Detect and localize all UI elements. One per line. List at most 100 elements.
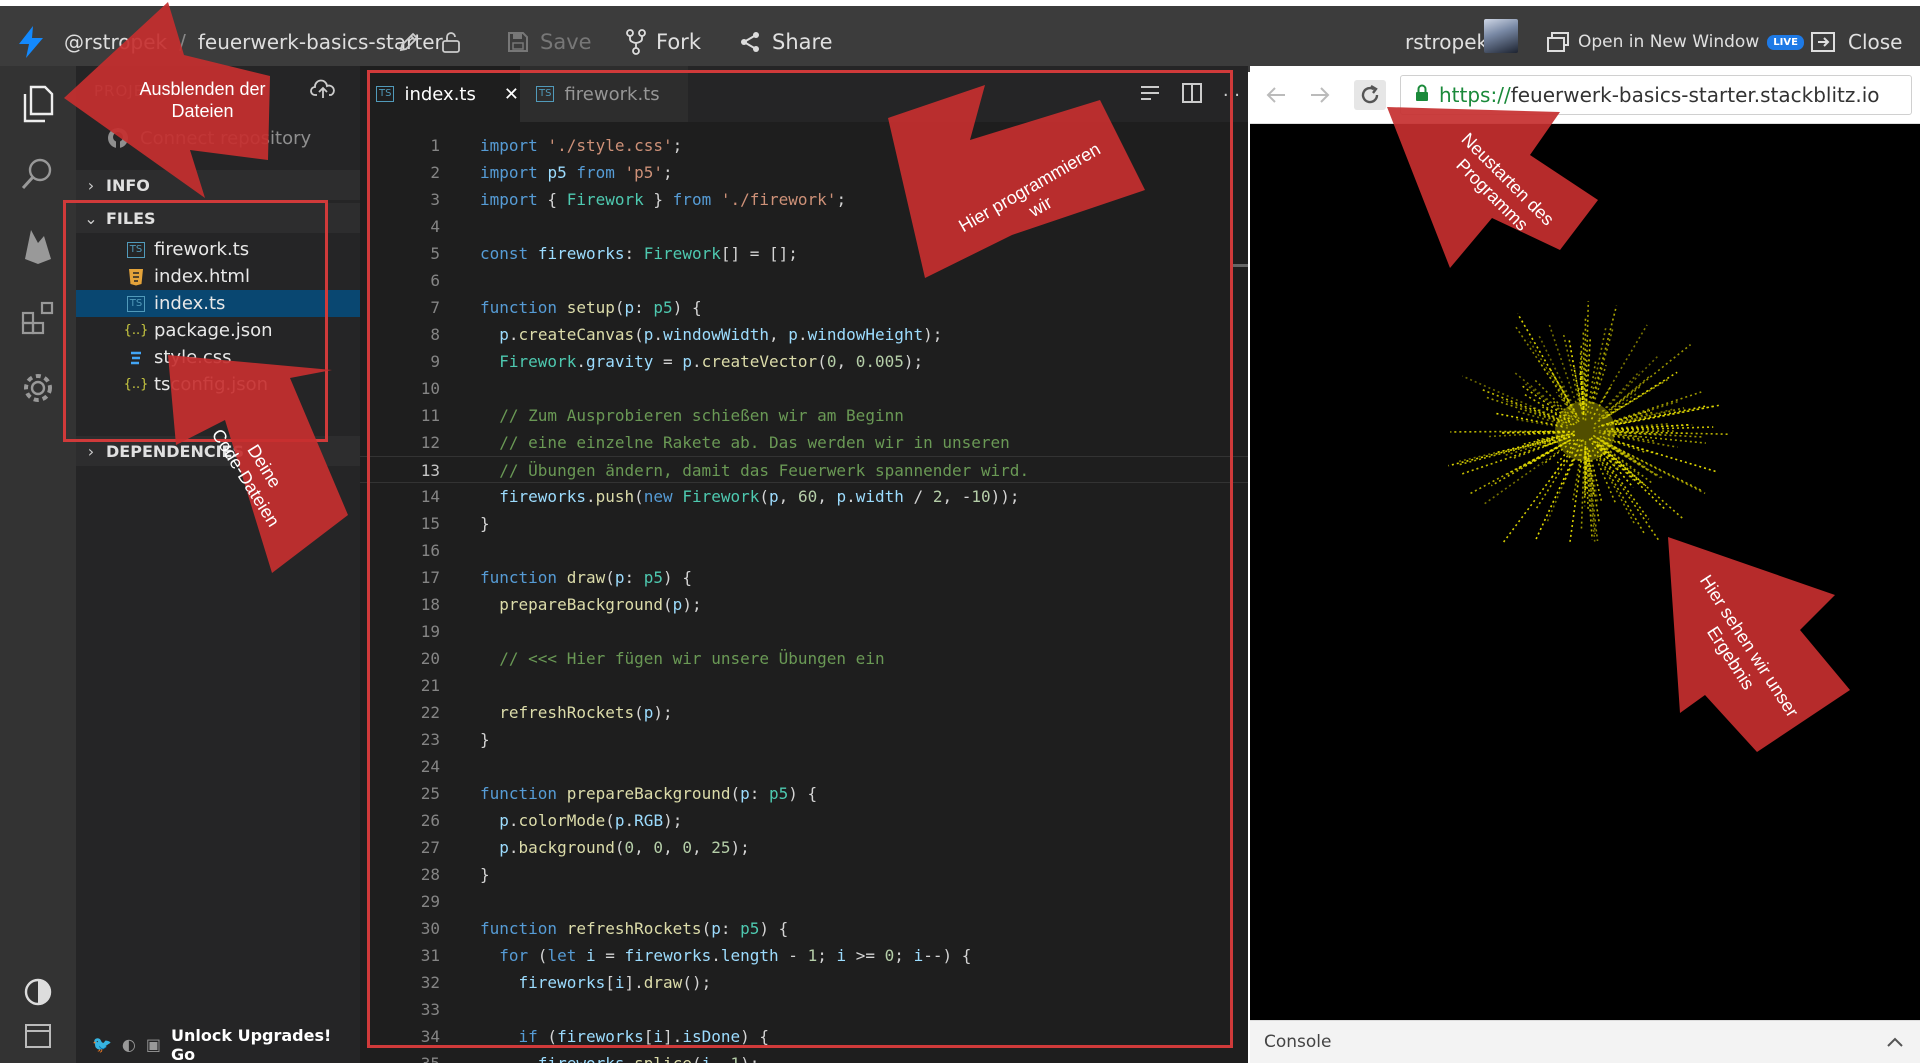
code-line[interactable]: 7 function setup(p: p5) { bbox=[360, 294, 1248, 321]
code-line[interactable]: 6 bbox=[360, 267, 1248, 294]
code-line[interactable]: 33 bbox=[360, 996, 1248, 1023]
code-line[interactable]: 19 bbox=[360, 618, 1248, 645]
tab-firework-ts[interactable]: TS firework.ts bbox=[520, 66, 688, 122]
github-icon bbox=[108, 128, 128, 148]
code-line[interactable]: 34 if (fireworks[i].isDone) { bbox=[360, 1023, 1248, 1050]
close-preview-button[interactable]: Close bbox=[1810, 12, 1902, 72]
firework-spark bbox=[1580, 456, 1585, 529]
code-line[interactable]: 8 p.createCanvas(p.windowWidth, p.window… bbox=[360, 321, 1248, 348]
firework-spark bbox=[1568, 460, 1582, 544]
breadcrumb: @rstropek / feuerwerk-basics-starter bbox=[64, 12, 443, 72]
p5-canvas[interactable] bbox=[1250, 124, 1920, 1020]
code-line[interactable]: 25 function prepareBackground(p: p5) { bbox=[360, 780, 1248, 807]
unlock-icon[interactable] bbox=[440, 12, 462, 72]
code-line[interactable]: 9 Firework.gravity = p.createVector(0, 0… bbox=[360, 348, 1248, 375]
file-item[interactable]: style.css bbox=[76, 344, 360, 371]
open-in-new-window-button[interactable]: Open in New Window LIVE bbox=[1546, 12, 1804, 72]
files-icon[interactable] bbox=[18, 84, 58, 124]
file-item[interactable]: TS firework.ts bbox=[76, 236, 360, 263]
code-line[interactable]: 32 fireworks[i].draw(); bbox=[360, 969, 1248, 996]
line-number: 32 bbox=[420, 973, 440, 992]
firework-spark bbox=[1592, 305, 1618, 399]
section-dependencies[interactable]: › DEPENDENCIES bbox=[76, 436, 360, 466]
scrollbar-marker[interactable] bbox=[1230, 264, 1248, 267]
code-line[interactable]: 26 p.colorMode(p.RGB); bbox=[360, 807, 1248, 834]
code-line[interactable]: 30 function refreshRockets(p: p5) { bbox=[360, 915, 1248, 942]
code-line[interactable]: 4 bbox=[360, 213, 1248, 240]
split-editor-icon[interactable] bbox=[1181, 82, 1203, 108]
chat-icon[interactable]: ▣ bbox=[146, 1035, 161, 1054]
code-line[interactable]: 12 // eine einzelne Rakete ab. Das werde… bbox=[360, 429, 1248, 456]
section-info[interactable]: › INFO bbox=[76, 170, 360, 200]
tab-index-ts[interactable]: TS index.ts ✕ bbox=[360, 66, 520, 122]
code-line[interactable]: 21 bbox=[360, 672, 1248, 699]
breadcrumb-user[interactable]: @rstropek bbox=[64, 30, 167, 54]
ts-file-icon: TS bbox=[124, 295, 148, 312]
code-line[interactable]: 22 refreshRockets(p); bbox=[360, 699, 1248, 726]
code-line[interactable]: 31 for (let i = fireworks.length - 1; i … bbox=[360, 942, 1248, 969]
json-file-icon: {..} bbox=[123, 323, 149, 338]
code-line[interactable]: 24 bbox=[360, 753, 1248, 780]
search-icon[interactable] bbox=[18, 154, 58, 194]
code-line[interactable]: 27 p.background(0, 0, 0, 25); bbox=[360, 834, 1248, 861]
close-tab-icon[interactable]: ✕ bbox=[504, 84, 519, 105]
code-line[interactable]: 17 function draw(p: p5) { bbox=[360, 564, 1248, 591]
save-icon bbox=[508, 32, 528, 52]
code-line[interactable]: 13 // Übungen ändern, damit das Feuerwer… bbox=[360, 456, 1248, 483]
firebase-icon[interactable] bbox=[18, 226, 58, 266]
unlock-upgrades-link[interactable]: Unlock Upgrades! Go bbox=[171, 1026, 360, 1063]
code-line[interactable]: 20 // <<< Hier fügen wir unsere Übungen … bbox=[360, 645, 1248, 672]
settings-icon[interactable] bbox=[18, 368, 58, 408]
code-line[interactable]: 23} bbox=[360, 726, 1248, 753]
code-line[interactable]: 29 bbox=[360, 888, 1248, 915]
code-area[interactable]: 1 import './style.css'; 2 import p5 from 'p… bbox=[360, 122, 1248, 1063]
cloud-upload-icon[interactable] bbox=[310, 78, 336, 104]
file-item[interactable]: index.html bbox=[76, 263, 360, 290]
save-button[interactable]: Save bbox=[506, 12, 592, 72]
code-line[interactable]: 18 prepareBackground(p); bbox=[360, 591, 1248, 618]
avatar[interactable] bbox=[1484, 19, 1518, 53]
line-number: 23 bbox=[420, 730, 440, 749]
firework-spark bbox=[1596, 454, 1636, 524]
fork-button[interactable]: Fork bbox=[626, 12, 701, 72]
code-line[interactable]: 28} bbox=[360, 861, 1248, 888]
editor-tab-bar: TS index.ts ✕ TS firework.ts ··· bbox=[360, 66, 1248, 122]
twitter-icon[interactable]: 🐦 bbox=[92, 1035, 112, 1054]
url-scheme: https:// bbox=[1439, 83, 1511, 107]
code-line[interactable]: 2 import p5 from 'p5'; bbox=[360, 159, 1248, 186]
line-source: // Übungen ändern, damit das Feuerwerk s… bbox=[499, 461, 1030, 480]
code-line[interactable]: 16 bbox=[360, 537, 1248, 564]
file-item[interactable]: TS index.ts bbox=[76, 290, 360, 317]
chevron-up-icon[interactable] bbox=[1886, 1033, 1904, 1053]
code-line[interactable]: 11 // Zum Ausprobieren schießen wir am B… bbox=[360, 402, 1248, 429]
section-info-label: INFO bbox=[106, 175, 150, 195]
back-arrow-icon[interactable] bbox=[1260, 80, 1292, 110]
forward-arrow-icon[interactable] bbox=[1304, 80, 1336, 110]
code-line[interactable]: 14 fireworks.push(new Firework(p, 60, p.… bbox=[360, 483, 1248, 510]
share-button[interactable]: Share bbox=[738, 12, 833, 72]
username[interactable]: rstropek bbox=[1405, 12, 1488, 72]
url-field[interactable]: https://feuerwerk-basics-starter.stackbl… bbox=[1400, 75, 1912, 115]
code-line[interactable]: 5 const fireworks: Firework[] = []; bbox=[360, 240, 1248, 267]
reload-button[interactable] bbox=[1354, 80, 1386, 110]
section-files[interactable]: ⌄ FILES bbox=[76, 203, 360, 233]
code-line[interactable]: 35 fireworks.splice(i, 1); bbox=[360, 1050, 1248, 1063]
code-line[interactable]: 1 import './style.css'; bbox=[360, 132, 1248, 159]
edit-name-icon[interactable] bbox=[398, 12, 420, 72]
layout-icon[interactable] bbox=[18, 1016, 58, 1056]
code-line[interactable]: 3 import { Firework } from './firework'; bbox=[360, 186, 1248, 213]
code-line[interactable]: 10 bbox=[360, 375, 1248, 402]
word-wrap-icon[interactable] bbox=[1139, 84, 1161, 106]
line-source: fireworks.splice(i, 1); bbox=[480, 1050, 760, 1063]
connect-repository-link[interactable]: Connect repository bbox=[106, 126, 311, 150]
file-item[interactable]: {..} package.json bbox=[76, 317, 360, 344]
stackblitz-logo-icon[interactable] bbox=[16, 12, 46, 72]
preview-url-bar: https://feuerwerk-basics-starter.stackbl… bbox=[1250, 66, 1920, 124]
code-line[interactable]: 15} bbox=[360, 510, 1248, 537]
console-panel[interactable]: Console bbox=[1250, 1020, 1920, 1063]
github-footer-icon[interactable]: ◐ bbox=[122, 1035, 136, 1054]
more-actions-icon[interactable]: ··· bbox=[1223, 85, 1240, 106]
extensions-icon[interactable] bbox=[18, 298, 58, 338]
file-item[interactable]: {..} tsconfig.json bbox=[76, 371, 360, 398]
theme-toggle-icon[interactable] bbox=[18, 972, 58, 1012]
